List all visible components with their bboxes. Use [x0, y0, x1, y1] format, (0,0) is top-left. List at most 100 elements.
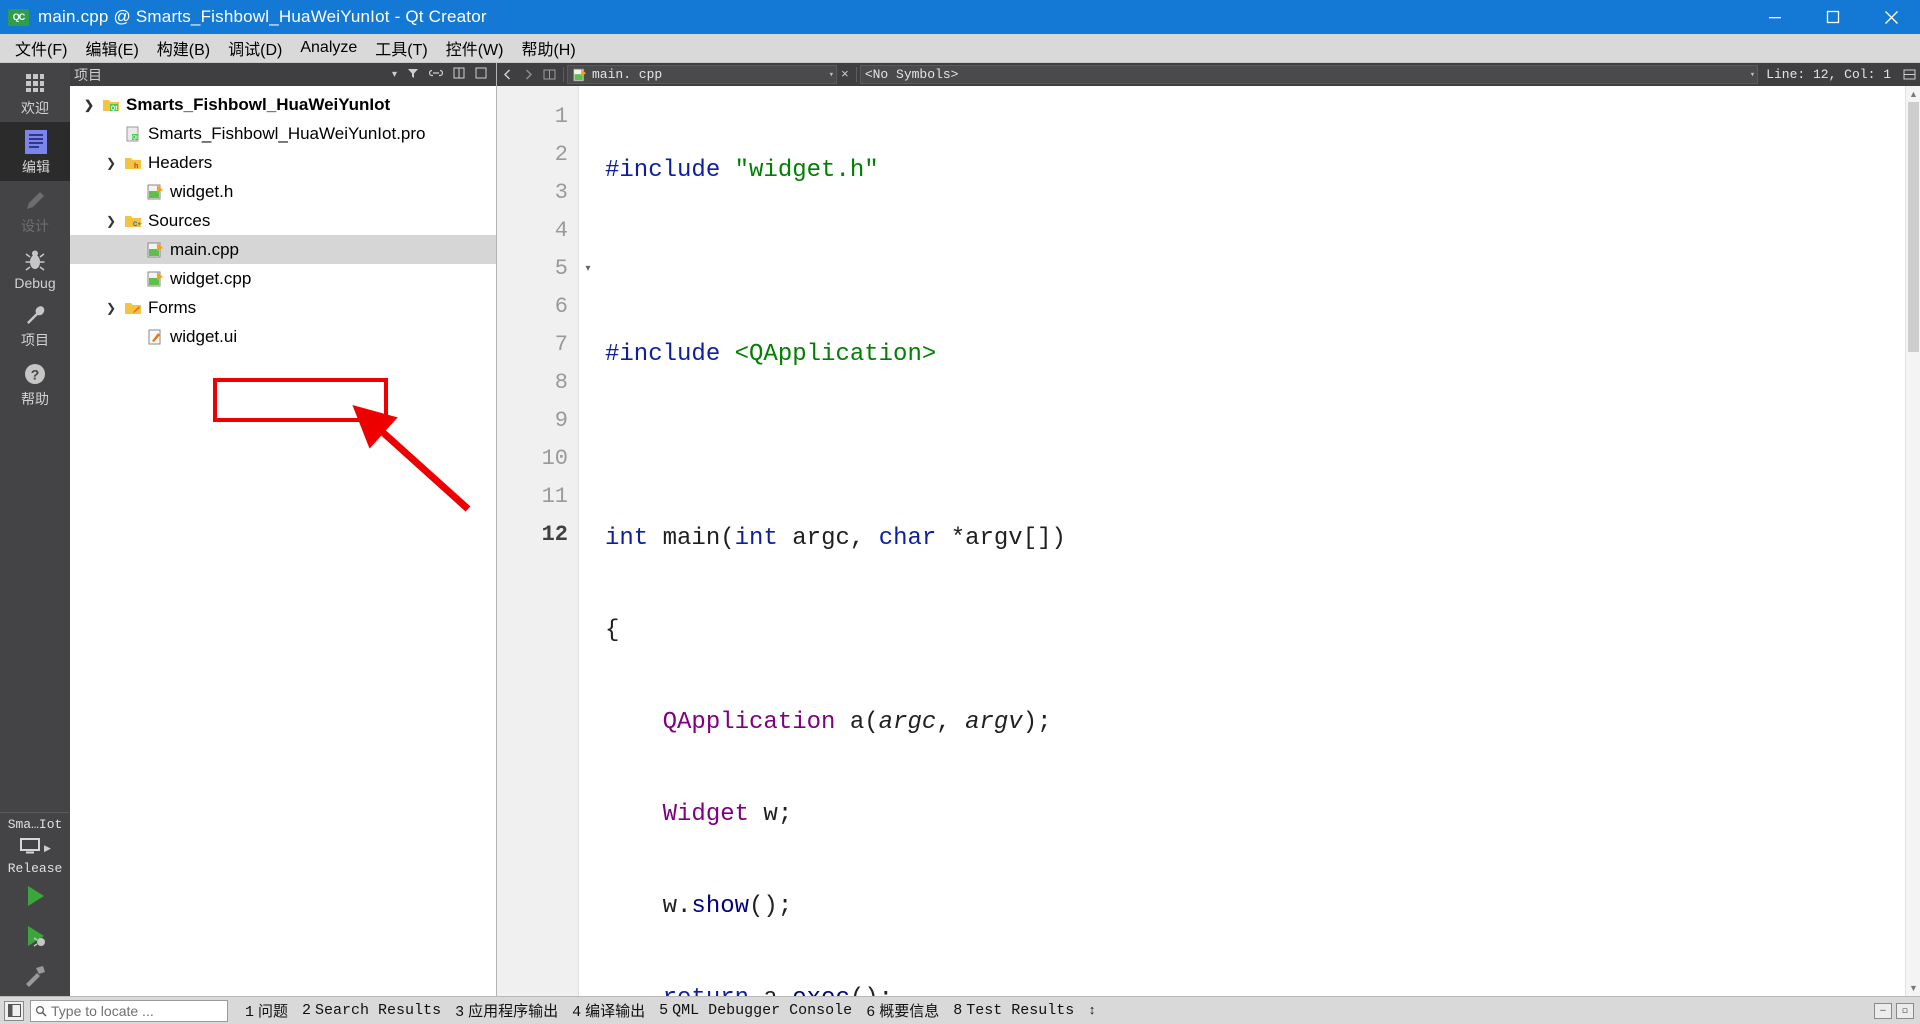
mode-design[interactable]: 设计 — [0, 181, 70, 240]
search-icon — [35, 1005, 47, 1017]
output-pane-qml-debugger-console[interactable]: 5 QML Debugger Console — [652, 1000, 859, 1021]
kit-selector[interactable]: Sma…Iot ▶ Release — [0, 812, 70, 876]
output-pane-application-output[interactable]: 3 应用程序输出 — [448, 998, 565, 1023]
mode-edit[interactable]: 编辑 — [0, 122, 70, 181]
svg-text:?: ? — [31, 367, 40, 383]
source-file-icon — [144, 271, 166, 287]
menu-build[interactable]: 构建(B) — [148, 33, 219, 63]
kit-target-row[interactable]: ▶ — [19, 837, 51, 860]
mode-debug[interactable]: Debug — [0, 240, 70, 295]
chevron-down-icon[interactable]: ▾ — [387, 69, 402, 80]
menu-file[interactable]: 文件(F) — [6, 33, 76, 63]
split-icon[interactable] — [448, 67, 470, 82]
wrench-icon — [23, 302, 47, 328]
menu-window[interactable]: 控件(W) — [437, 33, 513, 63]
toggle-sidebar-icon[interactable] — [4, 1000, 24, 1021]
bug-icon — [23, 247, 47, 273]
pane-number: 3 — [455, 1004, 465, 1021]
mode-projects-label: 项目 — [21, 332, 49, 348]
editor-toolbar: main. cpp ▾ × <No Symbols> ▾ Line: 12, C… — [497, 63, 1920, 86]
filter-icon[interactable] — [402, 67, 424, 82]
chevron-down-icon[interactable]: ▾ — [829, 70, 834, 80]
scrollbar-thumb[interactable] — [1908, 102, 1919, 352]
source-file-icon — [572, 68, 587, 82]
line-number: 9 — [554, 408, 568, 433]
run-button[interactable] — [0, 876, 70, 916]
toolbar-separator — [563, 67, 564, 82]
locator-input[interactable]: Type to locate ... — [30, 999, 228, 1022]
code-content[interactable]: #include "widget.h" #include <QApplicati… — [597, 86, 1920, 996]
pro-file-icon: Qt — [122, 126, 144, 142]
minimize-icon[interactable] — [1746, 0, 1804, 34]
tree-node-sources[interactable]: ❯ C++ Sources — [70, 206, 496, 235]
chevron-down-icon[interactable]: ❯ — [100, 156, 122, 170]
build-button[interactable] — [0, 956, 70, 996]
chevron-down-icon[interactable]: ❯ — [78, 98, 100, 112]
updown-chevrons-icon[interactable]: ↕ — [1081, 1001, 1103, 1020]
tree-node-headers[interactable]: ❯ h Headers — [70, 148, 496, 177]
chevron-down-icon[interactable]: ▾ — [1750, 70, 1755, 80]
output-pane-test-results[interactable]: 8 Test Results — [946, 1000, 1081, 1021]
line-number: 3 — [554, 180, 568, 205]
open-file-name: main. cpp — [592, 67, 663, 82]
menu-edit[interactable]: 编辑(E) — [76, 33, 147, 63]
close-icon[interactable] — [470, 67, 492, 82]
pane-label: 编译输出 — [585, 1004, 646, 1021]
close-file-button[interactable]: × — [837, 63, 853, 86]
split-icon[interactable] — [539, 63, 560, 86]
tree-node-label: Sources — [148, 210, 211, 230]
output-pane-search-results[interactable]: 2 Search Results — [295, 1000, 448, 1021]
symbol-value: <No Symbols> — [864, 67, 959, 82]
menu-analyze[interactable]: Analyze — [291, 36, 366, 60]
scroll-up-icon[interactable]: ▲ — [1906, 86, 1920, 102]
maximize-icon[interactable] — [1804, 0, 1862, 34]
output-pane-general-messages[interactable]: 6 概要信息 — [859, 998, 946, 1023]
tree-node-forms[interactable]: ❯ Forms — [70, 293, 496, 322]
output-pane-compile-output[interactable]: 4 编译输出 — [565, 998, 652, 1023]
code-line-3: #include <QApplication> — [605, 341, 937, 368]
minimize-pane-icon[interactable]: ─ — [1874, 1002, 1892, 1019]
tree-node-pro-file[interactable]: Qt Smarts_Fishbowl_HuaWeiYunIot.pro — [70, 119, 496, 148]
tree-node-widget-cpp[interactable]: widget.cpp — [70, 264, 496, 293]
fold-marker-line5[interactable]: ▾ — [579, 250, 597, 288]
menu-help[interactable]: 帮助(H) — [512, 33, 584, 63]
pane-number: 8 — [953, 1002, 963, 1019]
close-icon[interactable] — [1862, 0, 1920, 34]
split-editor-icon[interactable] — [1899, 63, 1920, 86]
line-number: 4 — [554, 218, 568, 243]
menu-tools[interactable]: 工具(T) — [366, 33, 436, 63]
tree-node-widget-ui[interactable]: widget.ui — [70, 322, 496, 351]
line-number: 1 — [554, 104, 568, 129]
tree-node-project-root[interactable]: ❯ Qt Smarts_Fishbowl_HuaWeiYunIot — [70, 90, 496, 119]
link-icon[interactable] — [424, 67, 448, 82]
title-bar: QC main.cpp @ Smarts_Fishbowl_HuaWeiYunI… — [0, 0, 1920, 34]
tree-node-widget-h[interactable]: widget.h — [70, 177, 496, 206]
mode-projects[interactable]: 项目 — [0, 295, 70, 354]
menu-debug[interactable]: 调试(D) — [219, 33, 291, 63]
tree-node-label: Headers — [148, 152, 213, 172]
forward-button[interactable] — [518, 63, 539, 86]
output-pane-issues[interactable]: 1 问题 — [238, 998, 295, 1023]
pane-label: 问题 — [258, 1004, 289, 1021]
symbol-combo[interactable]: <No Symbols> ▾ — [859, 65, 1759, 84]
scroll-down-icon[interactable]: ▼ — [1906, 980, 1920, 996]
chevron-right-icon: ▶ — [44, 843, 51, 853]
maximize-pane-icon[interactable]: ◻ — [1896, 1002, 1914, 1019]
tree-node-main-cpp[interactable]: main.cpp — [70, 235, 496, 264]
mode-welcome[interactable]: 欢迎 — [0, 63, 70, 122]
back-button[interactable] — [497, 63, 518, 86]
main-body: 欢迎 编辑 设计 Debug 项目 ? 帮助 Sma…Iot ▶ Release… — [0, 63, 1920, 996]
desktop-icon — [19, 837, 41, 860]
chevron-down-icon[interactable]: ❯ — [100, 214, 122, 228]
tree-node-label: Smarts_Fishbowl_HuaWeiYunIot.pro — [148, 123, 426, 143]
open-file-combo[interactable]: main. cpp ▾ — [567, 65, 837, 84]
pane-number: 2 — [302, 1002, 312, 1019]
debug-button[interactable] — [0, 916, 70, 956]
chevron-down-icon[interactable]: ❯ — [100, 301, 122, 315]
editor-vertical-scrollbar[interactable]: ▲ ▼ — [1905, 86, 1920, 996]
mode-help[interactable]: ? 帮助 — [0, 354, 70, 413]
